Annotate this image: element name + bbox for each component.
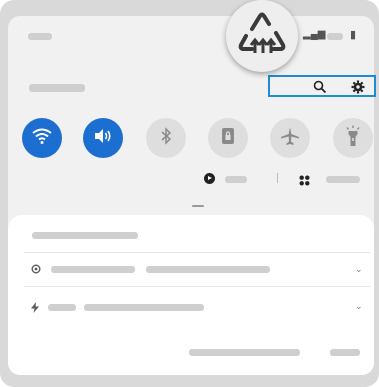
media-label[interactable] xyxy=(225,176,247,183)
notification-settings-button[interactable] xyxy=(189,349,300,356)
bluetooth-icon xyxy=(159,126,173,150)
chevron-down-icon[interactable]: ⌄ xyxy=(355,301,363,312)
date-label xyxy=(29,84,85,92)
notification-text[interactable] xyxy=(146,266,270,273)
signal-icon: ▂▄▆ xyxy=(303,29,326,40)
tile-lock-rotation[interactable] xyxy=(208,118,248,158)
recycle-arrows-icon xyxy=(226,0,298,72)
airplane-icon xyxy=(280,126,300,151)
notification-app-name[interactable] xyxy=(48,304,76,311)
flashlight-icon xyxy=(344,125,362,152)
divider xyxy=(24,286,370,287)
sync-icon xyxy=(31,264,41,277)
panel-drag-handle[interactable] xyxy=(192,205,204,207)
lock-rotation-icon xyxy=(220,127,236,150)
wifi-icon xyxy=(31,127,53,150)
tile-bluetooth[interactable] xyxy=(146,118,186,158)
notification-text[interactable] xyxy=(84,304,204,311)
notification-header xyxy=(32,232,138,239)
notification-app-name[interactable] xyxy=(51,266,135,273)
clear-button[interactable] xyxy=(330,349,360,356)
gear-icon[interactable] xyxy=(351,80,365,99)
tile-sound[interactable] xyxy=(83,118,123,158)
sound-icon xyxy=(93,127,113,150)
play-icon[interactable] xyxy=(204,173,215,184)
grid-icon[interactable] xyxy=(299,173,310,191)
battery-level xyxy=(327,33,343,40)
tile-flashlight[interactable] xyxy=(333,118,373,158)
search-icon[interactable] xyxy=(313,80,327,99)
devices-label[interactable] xyxy=(326,176,360,183)
bolt-icon xyxy=(31,302,39,316)
divider xyxy=(24,252,370,253)
media-divider xyxy=(277,173,278,183)
status-time xyxy=(28,33,52,40)
chevron-down-icon[interactable]: ⌄ xyxy=(355,264,363,275)
battery-icon: ▮ xyxy=(350,29,357,41)
tile-wifi[interactable] xyxy=(22,118,62,158)
tile-airplane[interactable] xyxy=(270,118,310,158)
